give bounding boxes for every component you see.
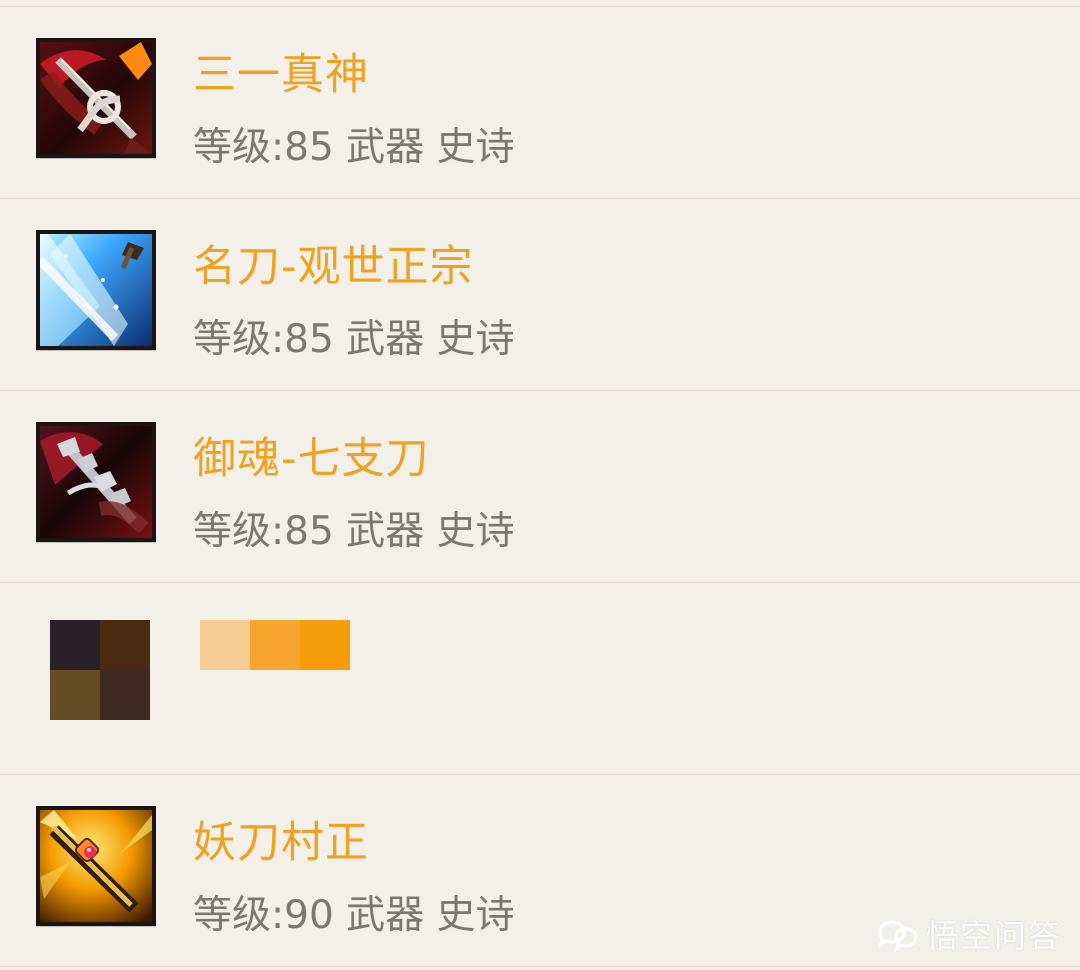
placeholder-title-blocks xyxy=(200,620,350,670)
weapon-art-5 xyxy=(40,810,152,922)
weapon-icon xyxy=(36,230,156,350)
weapon-icon xyxy=(36,38,156,158)
item-meta: 等级:90 武器 史诗 xyxy=(193,893,515,938)
watermark: 悟空问答 xyxy=(874,918,1062,954)
list-item[interactable] xyxy=(0,583,1080,775)
item-meta: 等级:85 武器 史诗 xyxy=(193,317,515,362)
placeholder-icon xyxy=(50,620,150,720)
item-title: 御魂-七支刀 xyxy=(193,434,430,484)
item-list: 三一真神 等级:85 武器 史诗 名刀-观世正宗 等级:85 武器 史诗 御魂-… xyxy=(0,0,1080,970)
weapon-icon xyxy=(36,422,156,542)
weapon-art-3 xyxy=(40,426,152,538)
placeholder-block xyxy=(300,620,350,670)
weapon-art-1 xyxy=(40,42,152,154)
list-item[interactable]: 御魂-七支刀 等级:85 武器 史诗 xyxy=(0,391,1080,583)
mosaic-cell xyxy=(50,620,100,670)
list-item[interactable]: 名刀-观世正宗 等级:85 武器 史诗 xyxy=(0,199,1080,391)
item-title: 三一真神 xyxy=(193,50,369,100)
watermark-text: 悟空问答 xyxy=(925,917,1062,955)
placeholder-block xyxy=(250,620,300,670)
weapon-icon xyxy=(36,806,156,926)
list-item[interactable]: 三一真神 等级:85 武器 史诗 xyxy=(0,7,1080,199)
row-divider xyxy=(0,966,1080,967)
item-title: 妖刀村正 xyxy=(193,818,369,868)
mosaic-cell xyxy=(50,670,100,720)
weapon-art-2 xyxy=(40,234,152,346)
item-meta: 等级:85 武器 史诗 xyxy=(193,509,515,554)
chat-bubbles-icon xyxy=(874,919,918,953)
item-title: 名刀-观世正宗 xyxy=(193,242,474,292)
mosaic-cell xyxy=(100,620,150,670)
item-meta: 等级:85 武器 史诗 xyxy=(193,125,515,170)
placeholder-block xyxy=(200,620,250,670)
mosaic-cell xyxy=(100,670,150,720)
